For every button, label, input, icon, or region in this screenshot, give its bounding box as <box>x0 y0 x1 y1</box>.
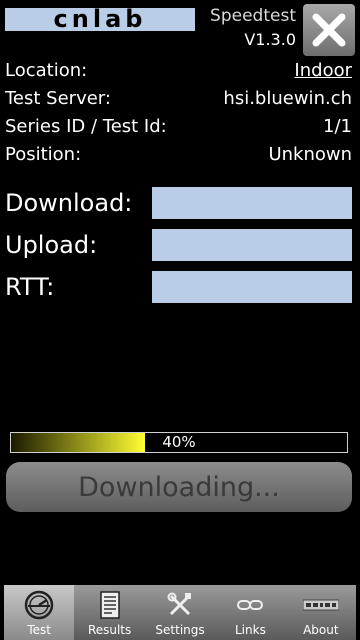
test-server-row: Test Server: hsi.bluewin.ch <box>5 88 352 114</box>
chain-link-icon <box>237 600 264 610</box>
app-title: Speedtest <box>210 6 296 26</box>
speedometer-icon <box>24 590 54 620</box>
tab-results[interactable]: Results <box>74 585 144 640</box>
download-label: Download: <box>5 189 133 217</box>
close-x-icon <box>312 13 346 47</box>
cnlab-logo: cnlab <box>5 5 195 33</box>
series-label: Series ID / Test Id: <box>5 116 167 137</box>
series-value: 1/1 <box>323 116 352 137</box>
cnlab-logo-icon <box>302 599 339 611</box>
downloading-button[interactable]: Downloading... <box>6 462 352 512</box>
header: cnlab Speedtest V1.3.0 <box>0 0 360 56</box>
upload-label: Upload: <box>5 231 98 259</box>
app-version: V1.3.0 <box>244 30 296 49</box>
upload-value-box <box>152 229 352 261</box>
position-label: Position: <box>5 144 82 165</box>
download-value-box <box>152 187 352 219</box>
position-row: Position: Unknown <box>5 144 352 170</box>
location-link[interactable]: Indoor <box>294 60 352 81</box>
tab-about-label: About <box>303 623 339 637</box>
location-label: Location: <box>5 60 88 81</box>
tools-icon <box>167 592 192 616</box>
progress-bar: 40% <box>10 432 348 453</box>
tab-about[interactable]: About <box>286 585 356 640</box>
position-value: Unknown <box>268 144 352 165</box>
progress-text: 40% <box>162 433 196 451</box>
series-row: Series ID / Test Id: 1/1 <box>5 116 352 142</box>
logo-text: cnlab <box>53 5 147 33</box>
tab-links[interactable]: Links <box>215 585 285 640</box>
test-server-label: Test Server: <box>5 88 111 109</box>
tab-links-label: Links <box>235 623 266 637</box>
document-icon <box>99 591 120 619</box>
tab-settings[interactable]: Settings <box>145 585 215 640</box>
download-row: Download: <box>5 187 352 221</box>
close-button[interactable] <box>303 4 355 56</box>
tab-test-label: Test <box>27 623 52 637</box>
test-server-value: hsi.bluewin.ch <box>223 88 352 109</box>
tab-test[interactable]: Test <box>4 585 75 640</box>
location-row: Location: Indoor <box>5 60 352 86</box>
upload-row: Upload: <box>5 229 352 263</box>
rtt-row: RTT: <box>5 271 352 305</box>
tab-bar: Test Results Settings Links About <box>4 585 356 640</box>
tab-settings-label: Settings <box>155 623 205 637</box>
rtt-label: RTT: <box>5 273 55 301</box>
tab-results-label: Results <box>87 623 132 637</box>
rtt-value-box <box>152 271 352 303</box>
